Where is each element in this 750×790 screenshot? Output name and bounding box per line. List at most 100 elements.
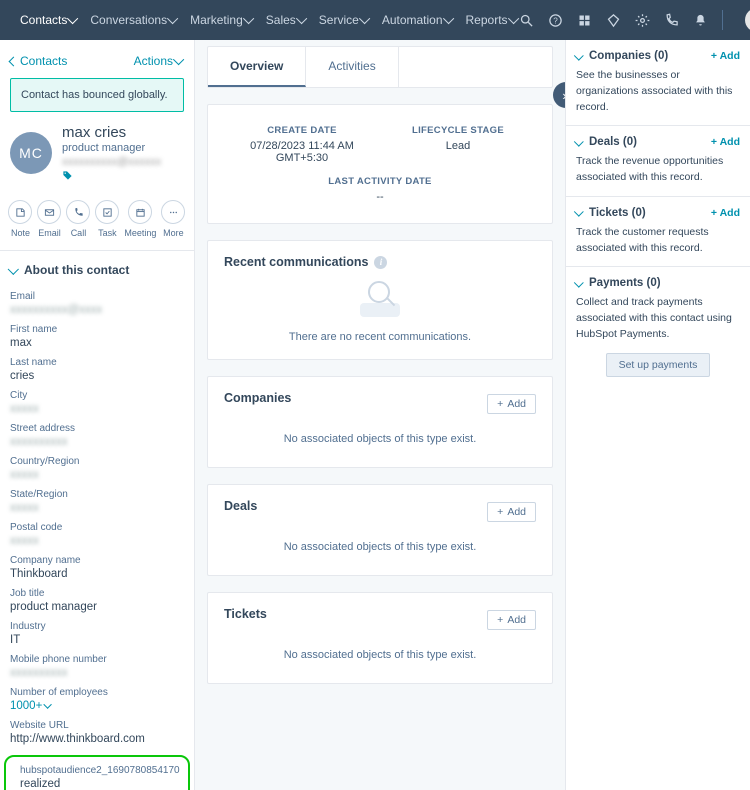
tickets-card: Tickets Add No associated objects of this… xyxy=(207,592,553,684)
chevron-down-icon xyxy=(296,13,307,24)
add-deal-button[interactable]: Add xyxy=(487,502,536,522)
recent-communications-card: Recent communications i There are no rece… xyxy=(207,240,553,360)
user-avatar[interactable] xyxy=(745,8,750,32)
tab-activities[interactable]: Activities xyxy=(306,47,398,87)
help-icon[interactable]: ? xyxy=(548,13,563,28)
field-postal[interactable]: Postal codexxxxx xyxy=(0,518,194,551)
collapse-right-panel-button[interactable]: » xyxy=(553,82,565,108)
deals-card: Deals Add No associated objects of this t… xyxy=(207,484,553,576)
right-companies-desc: See the businesses or organizations asso… xyxy=(576,68,740,115)
more-button[interactable]: More xyxy=(161,200,185,238)
action-row: Note Email Call Task Meeting More xyxy=(0,192,194,251)
empty-illustration-icon xyxy=(360,281,400,317)
summary-card: CREATE DATE07/28/2023 11:44 AM GMT+5:30 … xyxy=(207,104,553,224)
back-link[interactable]: Contacts xyxy=(10,54,67,68)
field-audience-1[interactable]: hubspotaudience2_1690780854170realized xyxy=(10,761,184,790)
summary-create-date-label: CREATE DATE xyxy=(224,125,380,136)
recent-comm-heading: Recent communications xyxy=(224,255,368,269)
chevron-down-icon xyxy=(442,13,453,24)
nav-conversations[interactable]: Conversations xyxy=(90,13,178,27)
field-job-title[interactable]: Job titleproduct manager xyxy=(0,584,194,617)
tab-overview[interactable]: Overview xyxy=(208,47,306,87)
chevron-down-icon xyxy=(167,13,178,24)
avatar[interactable]: MC xyxy=(10,132,52,174)
summary-last-activity-value: -- xyxy=(224,191,536,203)
field-company[interactable]: Company nameThinkboard xyxy=(0,551,194,584)
summary-lifecycle-value: Lead xyxy=(380,140,536,152)
nav-reports[interactable]: Reports xyxy=(466,13,519,27)
contact-title: product manager xyxy=(62,142,161,154)
task-button[interactable]: Task xyxy=(95,200,119,238)
meeting-icon xyxy=(135,207,146,218)
email-icon xyxy=(44,207,55,218)
right-tickets-toggle[interactable]: Tickets (0) xyxy=(576,207,646,219)
email-button[interactable]: Email xyxy=(37,200,61,238)
tab-bar: Overview Activities xyxy=(207,46,553,88)
chevron-down-icon xyxy=(574,207,584,217)
field-last-name[interactable]: Last namecries xyxy=(0,353,194,386)
field-email[interactable]: Emailxxxxxxxxxx@xxxx xyxy=(0,287,194,320)
right-companies-toggle[interactable]: Companies (0) xyxy=(576,50,668,62)
nav-sales[interactable]: Sales xyxy=(266,13,307,27)
nav-contacts[interactable]: Contacts xyxy=(20,13,78,27)
call-icon xyxy=(73,207,84,218)
more-icon xyxy=(168,207,179,218)
deals-empty: No associated objects of this type exist… xyxy=(224,525,536,561)
setup-payments-button[interactable]: Set up payments xyxy=(606,353,711,377)
nav-service[interactable]: Service xyxy=(319,13,370,27)
meeting-button[interactable]: Meeting xyxy=(124,200,156,238)
about-section-toggle[interactable]: About this contact xyxy=(0,251,194,287)
main-menu: Contacts Conversations Marketing Sales S… xyxy=(20,13,519,27)
chevron-down-icon xyxy=(574,278,584,288)
task-icon xyxy=(102,207,113,218)
chevron-down-icon xyxy=(173,54,184,65)
companies-heading: Companies xyxy=(224,391,291,405)
tickets-empty: No associated objects of this type exist… xyxy=(224,633,536,669)
actions-dropdown[interactable]: Actions xyxy=(134,54,184,68)
field-first-name[interactable]: First namemax xyxy=(0,320,194,353)
right-tickets-section: Tickets (0)+ Add Track the customer requ… xyxy=(566,197,750,268)
chevron-down-icon xyxy=(359,13,370,24)
nav-marketing[interactable]: Marketing xyxy=(190,13,254,27)
diamond-icon[interactable] xyxy=(606,13,621,28)
summary-create-date-value: 07/28/2023 11:44 AM GMT+5:30 xyxy=(224,140,380,164)
right-deals-section: Deals (0)+ Add Track the revenue opportu… xyxy=(566,126,750,197)
note-button[interactable]: Note xyxy=(8,200,32,238)
bell-icon[interactable] xyxy=(693,13,708,28)
field-state[interactable]: State/Regionxxxxx xyxy=(0,485,194,518)
right-companies-add[interactable]: + Add xyxy=(711,50,740,62)
info-icon[interactable]: i xyxy=(374,256,387,269)
main-content: » Overview Activities CREATE DATE 07/28/2… xyxy=(195,40,565,790)
call-button[interactable]: Call xyxy=(66,200,90,238)
nav-automation[interactable]: Automation xyxy=(382,13,454,27)
right-sidebar: Companies (0) + Add See the businesses or… xyxy=(565,40,750,790)
chevron-down-icon xyxy=(574,137,584,147)
right-deals-toggle[interactable]: Deals (0) xyxy=(576,136,637,148)
chevron-down-icon xyxy=(44,700,52,708)
right-deals-add[interactable]: + Add xyxy=(711,136,740,148)
tag-icon[interactable] xyxy=(62,170,73,181)
tickets-heading: Tickets xyxy=(224,607,267,621)
field-country[interactable]: Country/Regionxxxxx xyxy=(0,452,194,485)
field-city[interactable]: Cityxxxxx xyxy=(0,386,194,419)
add-company-button[interactable]: Add xyxy=(487,394,536,414)
deals-heading: Deals xyxy=(224,499,257,513)
recent-comm-empty: There are no recent communications. xyxy=(224,325,536,345)
phone-icon[interactable] xyxy=(664,13,679,28)
add-ticket-button[interactable]: Add xyxy=(487,610,536,630)
field-mobile[interactable]: Mobile phone numberxxxxxxxxxx xyxy=(0,650,194,683)
right-companies-section: Companies (0) + Add See the businesses or… xyxy=(566,40,750,126)
marketplace-icon[interactable] xyxy=(577,13,592,28)
field-employees[interactable]: Number of employees1000+ xyxy=(0,683,194,716)
right-payments-toggle[interactable]: Payments (0) xyxy=(576,277,661,289)
field-street[interactable]: Street addressxxxxxxxxxx xyxy=(0,419,194,452)
field-industry[interactable]: IndustryIT xyxy=(0,617,194,650)
breadcrumb: Contacts Actions xyxy=(0,40,194,78)
nav-icons: ? xyxy=(519,8,750,32)
chevron-down-icon xyxy=(507,13,518,24)
field-website[interactable]: Website URLhttp://www.thinkboard.com xyxy=(0,716,194,749)
right-tickets-add[interactable]: + Add xyxy=(711,207,740,219)
gear-icon[interactable] xyxy=(635,13,650,28)
search-icon[interactable] xyxy=(519,13,534,28)
contact-profile: MC max cries product manager xxxxxxxxxx@… xyxy=(0,124,194,192)
